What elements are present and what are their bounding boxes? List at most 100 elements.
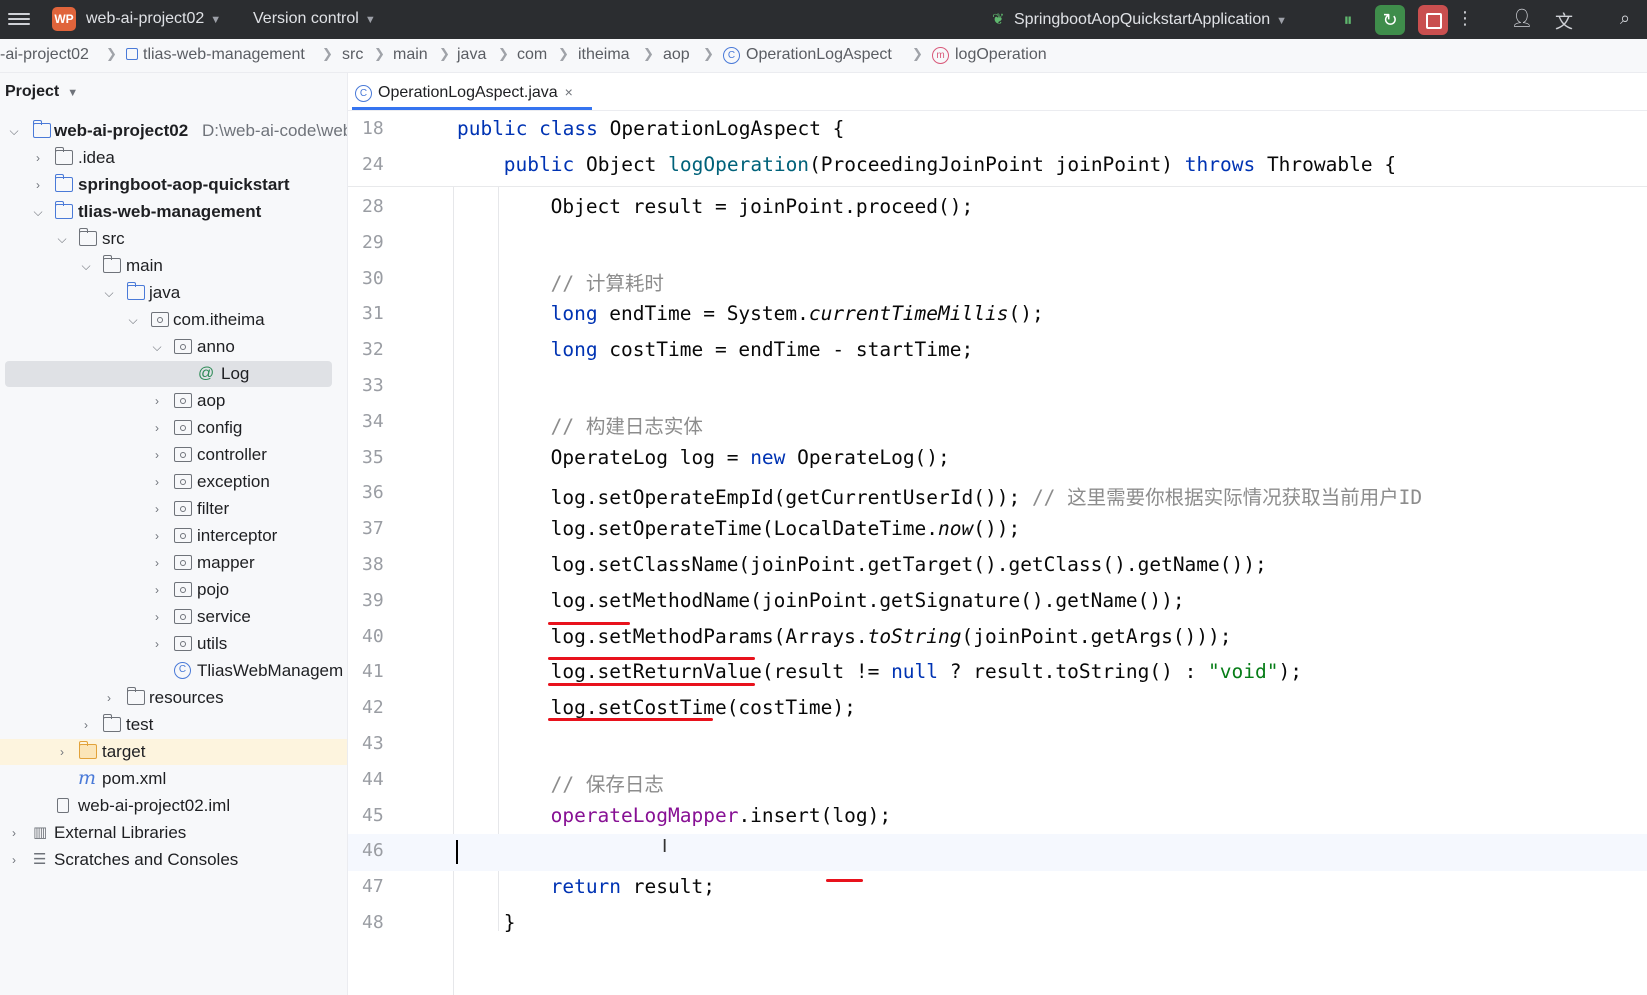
account-icon[interactable]: 👤︎	[1510, 8, 1534, 29]
chevron-right-icon[interactable]: ›	[7, 820, 21, 846]
tree-item-filter[interactable]: › filter	[0, 496, 347, 522]
debug-icon[interactable]: ⏸	[1333, 5, 1363, 35]
chevron-down-icon[interactable]: ⌵	[102, 280, 116, 306]
tree-item-resources[interactable]: › resources	[0, 685, 347, 711]
line-number: 31	[362, 303, 384, 325]
breadcrumb-item[interactable]: tlias-web-management	[126, 46, 305, 64]
tree-item-java[interactable]: ⌵ java	[0, 280, 347, 306]
code-line: public class OperationLogAspect {	[457, 117, 844, 140]
tree-item-label: src	[102, 229, 125, 248]
breadcrumb-item[interactable]: C OperationLogAspect	[723, 46, 892, 64]
tree-item-external-libraries[interactable]: › ▥ External Libraries	[0, 820, 347, 846]
chevron-down-icon[interactable]: ⌵	[7, 118, 21, 144]
chevron-right-icon[interactable]: ›	[102, 685, 116, 711]
tree-item-label: pom.xml	[102, 769, 167, 788]
breadcrumb-item[interactable]: aop	[663, 46, 690, 64]
project-view-selector[interactable]: Project ▼	[5, 83, 78, 101]
tree-item-path: D:\web-ai-code\web	[202, 121, 348, 140]
tree-item-config[interactable]: › config	[0, 415, 347, 441]
breadcrumb-item[interactable]: main	[393, 46, 428, 64]
tree-item-mapper[interactable]: › mapper	[0, 550, 347, 576]
chevron-right-icon[interactable]: ›	[150, 388, 164, 414]
translate-icon[interactable]: 文	[1552, 8, 1576, 34]
module-folder-icon	[55, 174, 73, 192]
project-badge-icon[interactable]: WP	[52, 7, 76, 31]
package-icon	[174, 555, 192, 570]
breadcrumb-item[interactable]: itheima	[578, 46, 630, 64]
tree-item-scratches[interactable]: › ☰ Scratches and Consoles	[0, 847, 347, 873]
breadcrumb-item[interactable]: src	[342, 46, 363, 64]
tree-item-interceptor[interactable]: › interceptor	[0, 523, 347, 549]
chevron-down-icon[interactable]: ⌵	[150, 334, 164, 360]
tree-item-pojo[interactable]: › pojo	[0, 577, 347, 603]
breadcrumb-item[interactable]: com	[517, 46, 547, 64]
breadcrumb-item[interactable]: java	[457, 46, 486, 64]
tree-item-label: com.itheima	[173, 310, 265, 329]
tree-item-log[interactable]: @ Log	[5, 361, 332, 387]
code-token: }	[503, 911, 516, 934]
main-menu-icon[interactable]	[8, 10, 30, 28]
chevron-right-icon[interactable]: ›	[150, 631, 164, 657]
chevron-right-icon[interactable]: ›	[150, 469, 164, 495]
version-control-menu[interactable]: Version control ▼	[253, 10, 376, 28]
rerun-button[interactable]: ↻	[1375, 5, 1405, 35]
chevron-down-icon[interactable]: ⌵	[31, 199, 45, 225]
code-token: logOperation	[668, 152, 810, 176]
chevron-right-icon[interactable]: ›	[31, 172, 45, 198]
tree-item-exception[interactable]: › exception	[0, 469, 347, 495]
tree-item-web-ai-project02[interactable]: ⌵ web-ai-project02 D:\web-ai-code\web	[0, 118, 347, 144]
chevron-down-icon[interactable]: ⌵	[126, 307, 140, 333]
chevron-right-icon[interactable]: ›	[150, 523, 164, 549]
tree-item-target[interactable]: › target	[0, 739, 347, 765]
line-number: 32	[362, 339, 384, 361]
tree-item-iml[interactable]: web-ai-project02.iml	[0, 793, 347, 819]
run-configuration-selector[interactable]: ❦ SpringbootAopQuickstartApplication ▼	[992, 10, 1287, 29]
chevron-right-icon[interactable]: ›	[150, 577, 164, 603]
tree-item-src[interactable]: ⌵ src	[0, 226, 347, 252]
chevron-right-icon[interactable]: ›	[150, 550, 164, 576]
code-token: log.setReturnValue(result !=	[550, 660, 892, 684]
breadcrumb-item[interactable]: m logOperation	[932, 46, 1047, 64]
tree-item-label: test	[126, 715, 154, 734]
line-number: 48	[362, 912, 384, 933]
tree-item-pom-xml[interactable]: m pom.xml	[0, 766, 347, 792]
chevron-right-icon[interactable]: ›	[150, 442, 164, 468]
close-icon[interactable]: ×	[565, 84, 573, 100]
tree-item-com-itheima[interactable]: ⌵ com.itheima	[0, 307, 347, 333]
sticky-lines-header: 18 public class OperationLogAspect {24 pub…	[348, 111, 1647, 187]
chevron-right-icon[interactable]: ›	[7, 847, 21, 873]
chevron-right-icon[interactable]: ›	[79, 712, 93, 738]
tree-item-utils[interactable]: › utils	[0, 631, 347, 657]
folder-icon	[79, 228, 97, 246]
tree-item-service[interactable]: › service	[0, 604, 347, 630]
tree-item-tlias-application[interactable]: C TliasWebManagem	[0, 658, 347, 684]
stop-button[interactable]	[1418, 5, 1448, 35]
chevron-right-icon[interactable]: ›	[31, 145, 45, 171]
tab-operationlogaspect[interactable]: C OperationLogAspect.java ×	[352, 73, 592, 110]
tree-item-test[interactable]: › test	[0, 712, 347, 738]
title-bar: WP web-ai-project02 ▼ Version control ▼ ❦ S…	[0, 0, 1647, 39]
chevron-right-icon[interactable]: ›	[150, 415, 164, 441]
tree-item-anno[interactable]: ⌵ anno	[0, 334, 347, 360]
chevron-down-icon[interactable]: ⌵	[55, 226, 69, 252]
tree-item-label: springboot-aop-quickstart	[78, 175, 290, 194]
tree-item-controller[interactable]: › controller	[0, 442, 347, 468]
code-editor[interactable]: 18 public class OperationLogAspect {24 pub…	[348, 111, 1647, 995]
chevron-right-icon[interactable]: ›	[150, 604, 164, 630]
chevron-right-icon[interactable]: ›	[55, 739, 69, 765]
search-icon[interactable]: ⌕	[1613, 8, 1637, 29]
breadcrumb-item[interactable]: -ai-project02	[0, 46, 89, 64]
project-switcher[interactable]: web-ai-project02 ▼	[86, 10, 221, 28]
tree-item-aop[interactable]: › aop	[0, 388, 347, 414]
more-actions-icon[interactable]: ⋮	[1453, 8, 1477, 29]
tree-item-main[interactable]: ⌵ main	[0, 253, 347, 279]
tree-item-springboot-aop-quickstart[interactable]: › springboot-aop-quickstart	[0, 172, 347, 198]
tree-item-tlias-web-management[interactable]: ⌵ tlias-web-management	[0, 199, 347, 225]
chevron-right-icon[interactable]: ›	[150, 496, 164, 522]
package-icon	[174, 528, 192, 543]
chevron-down-icon[interactable]: ⌵	[79, 253, 93, 279]
code-token: // 计算耗时	[550, 271, 664, 295]
chevron-right-icon: ❯	[703, 46, 714, 61]
chevron-right-icon: ❯	[374, 46, 385, 61]
tree-item-idea[interactable]: › .idea	[0, 145, 347, 171]
